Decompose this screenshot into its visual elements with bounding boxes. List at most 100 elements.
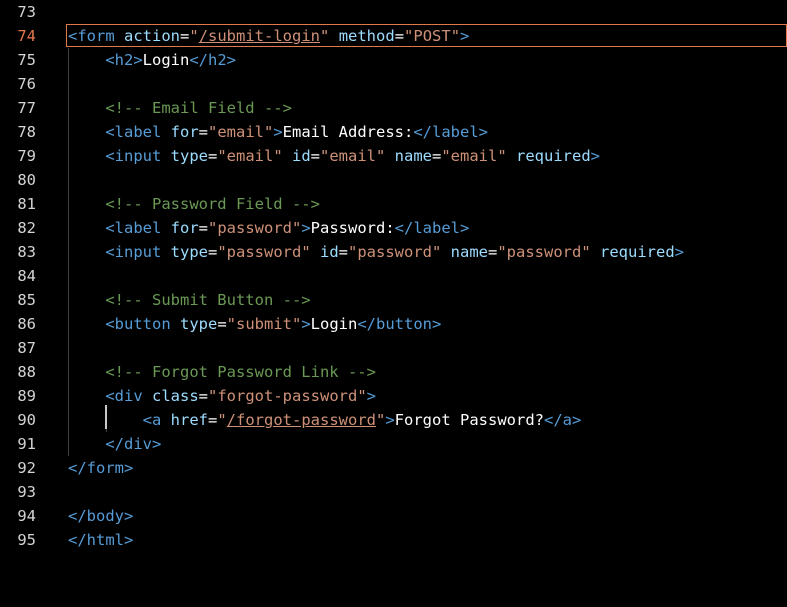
- indentation: [68, 219, 105, 237]
- code-text[interactable]: </body>: [68, 504, 133, 528]
- code-line[interactable]: 90 <a href="/forgot-password">Forgot Pas…: [0, 408, 787, 432]
- code-token: id: [282, 147, 311, 165]
- indentation: [68, 411, 143, 429]
- code-line[interactable]: 86 <button type="submit">Login</button>: [0, 312, 787, 336]
- indentation: [68, 99, 105, 117]
- code-token: "password": [497, 243, 591, 261]
- code-line[interactable]: 79 <input type="email" id="email" name="…: [0, 144, 787, 168]
- code-line[interactable]: 75 <h2>Login</h2>: [0, 48, 787, 72]
- code-line[interactable]: 81 <!-- Password Field -->: [0, 192, 787, 216]
- code-token: <!-- Password Field -->: [105, 195, 320, 213]
- code-token: =: [310, 147, 320, 165]
- code-token: "password": [348, 243, 442, 261]
- code-token: name: [441, 243, 488, 261]
- code-line[interactable]: 91 </div>: [0, 432, 787, 456]
- code-token: =: [198, 219, 208, 237]
- code-text[interactable]: <input type="password" id="password" nam…: [68, 240, 684, 264]
- code-token: "submit": [226, 315, 302, 333]
- code-text[interactable]: <!-- Forgot Password Link -->: [68, 360, 376, 384]
- indentation: [68, 363, 105, 381]
- code-token: >: [366, 387, 376, 405]
- code-token: <h2>: [105, 51, 143, 69]
- code-line[interactable]: 73: [0, 0, 787, 24]
- code-token: =: [338, 243, 348, 261]
- code-text[interactable]: <h2>Login</h2>: [68, 48, 236, 72]
- code-text[interactable]: <div class="forgot-password">: [68, 384, 376, 408]
- indentation: [68, 123, 105, 141]
- code-token: </div>: [105, 435, 162, 453]
- line-number: 78: [17, 123, 36, 141]
- code-line[interactable]: 82 <label for="password">Password:</labe…: [0, 216, 787, 240]
- code-line[interactable]: 87: [0, 336, 787, 360]
- code-token: </html>: [68, 531, 134, 549]
- line-number: 92: [17, 459, 36, 477]
- line-number: 75: [17, 51, 36, 69]
- code-token: =: [488, 243, 498, 261]
- code-token: <label: [105, 219, 171, 237]
- code-token: /forgot-password: [226, 411, 376, 429]
- code-token: ": [189, 27, 199, 45]
- code-text[interactable]: </form>: [68, 456, 133, 480]
- code-token: /submit-login: [198, 27, 321, 45]
- code-line[interactable]: 88 <!-- Forgot Password Link -->: [0, 360, 787, 384]
- code-line[interactable]: 85 <!-- Submit Button -->: [0, 288, 787, 312]
- code-text[interactable]: <label for="email">Email Address:</label…: [68, 120, 488, 144]
- code-token: type: [179, 315, 218, 333]
- code-token: >: [674, 243, 685, 261]
- code-text[interactable]: <button type="submit">Login</button>: [68, 312, 441, 336]
- code-token: =: [198, 123, 208, 141]
- code-line[interactable]: 76: [0, 72, 787, 96]
- code-text[interactable]: <input type="email" id="email" name="ema…: [68, 144, 600, 168]
- indentation: [68, 51, 105, 69]
- code-token: </label>: [394, 219, 470, 237]
- code-text[interactable]: </html>: [68, 528, 133, 552]
- code-token: >: [301, 219, 311, 237]
- indentation: [68, 387, 105, 405]
- code-line[interactable]: 84: [0, 264, 787, 288]
- code-token: ": [320, 27, 330, 45]
- indentation: [68, 147, 105, 165]
- code-token: <!-- Email Field -->: [105, 99, 292, 117]
- code-text[interactable]: <label for="password">Password:</label>: [68, 216, 469, 240]
- code-token: name: [385, 147, 432, 165]
- code-text[interactable]: <!-- Email Field -->: [68, 96, 292, 120]
- code-line[interactable]: 83 <input type="password" id="password" …: [0, 240, 787, 264]
- code-token: >: [273, 123, 283, 141]
- code-editor[interactable]: 73 74 <form action="/submit-login" method=…: [0, 0, 787, 607]
- code-token: required: [590, 243, 675, 261]
- code-token: >: [385, 411, 395, 429]
- code-line[interactable]: 78 <label for="email">Email Address:</la…: [0, 120, 787, 144]
- code-text[interactable]: <form action="/submit-login" method="POS…: [68, 24, 469, 48]
- code-token: Password:: [310, 219, 395, 237]
- line-number: 86: [17, 315, 36, 333]
- code-token: </h2>: [189, 51, 236, 69]
- code-token: required: [506, 147, 591, 165]
- code-token: ": [217, 411, 227, 429]
- code-text[interactable]: <a href="/forgot-password">Forgot Passwo…: [68, 408, 582, 432]
- code-token: id: [310, 243, 339, 261]
- code-text[interactable]: <!-- Password Field -->: [68, 192, 320, 216]
- code-token: =: [180, 27, 190, 45]
- line-number: 80: [17, 171, 36, 189]
- indentation: [68, 435, 105, 453]
- code-line[interactable]: 80: [0, 168, 787, 192]
- code-line[interactable]: 77 <!-- Email Field -->: [0, 96, 787, 120]
- line-number: 81: [17, 195, 36, 213]
- code-token: for: [170, 219, 199, 237]
- code-line[interactable]: 95 </html>: [0, 528, 787, 552]
- code-token: =: [207, 243, 218, 261]
- code-token: Forgot Password?: [394, 411, 544, 429]
- code-line[interactable]: 74 <form action="/submit-login" method="P…: [0, 24, 787, 48]
- code-line[interactable]: 89 <div class="forgot-password">: [0, 384, 787, 408]
- code-line[interactable]: 94 </body>: [0, 504, 787, 528]
- line-number: 73: [17, 3, 36, 21]
- code-token: method: [329, 27, 395, 45]
- code-token: >: [460, 27, 470, 45]
- line-number: 74: [17, 27, 36, 45]
- code-token: >: [301, 315, 311, 333]
- code-line[interactable]: 92 </form>: [0, 456, 787, 480]
- code-line[interactable]: 93: [0, 480, 787, 504]
- code-text[interactable]: <!-- Submit Button -->: [68, 288, 310, 312]
- code-text[interactable]: </div>: [68, 432, 161, 456]
- code-token: "email": [441, 147, 507, 165]
